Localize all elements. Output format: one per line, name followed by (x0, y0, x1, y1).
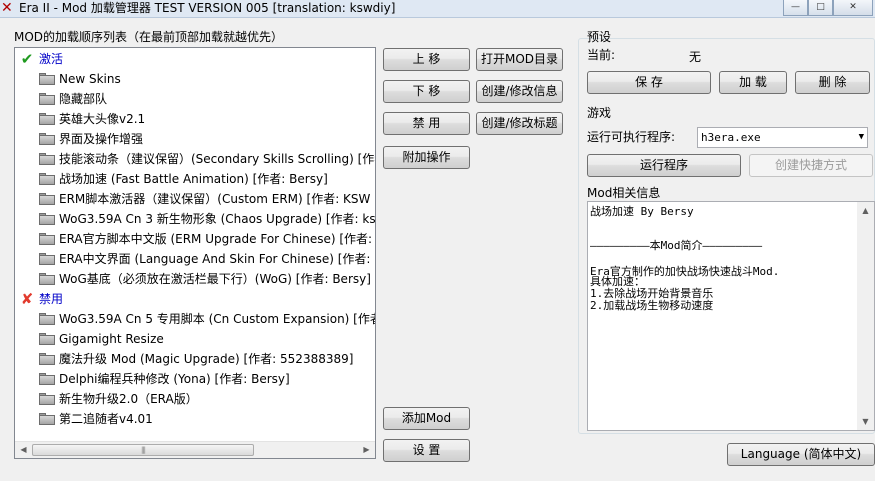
mod-info-text[interactable]: ▲ ▼ 战场加速 By Bersy —————————本Mod简介————————… (587, 201, 875, 431)
chevron-down-icon[interactable]: ▼ (859, 128, 864, 147)
mod-name: 界面及操作增强 (59, 132, 144, 146)
checkmark-icon: ✔ (20, 50, 34, 68)
mod-name: 战场加速 (Fast Battle Animation) [作者: Bersy] (59, 172, 328, 186)
mod-info-line: —————————本Mod简介————————— (590, 239, 763, 252)
exe-select[interactable]: h3era.exe ▼ (697, 127, 868, 148)
mod-info-group-label: Mod相关信息 (587, 186, 661, 200)
move-down-button[interactable]: 下 移 (383, 80, 470, 103)
scroll-down-icon[interactable]: ▼ (857, 413, 874, 430)
folder-icon (39, 213, 55, 225)
folder-icon (39, 393, 55, 405)
mod-list[interactable]: ✔ 激活 New Skins 隐藏部队英雄大头像v2.1 界面及操作增强技能滚动条（建议… (14, 47, 376, 459)
folder-icon (39, 173, 55, 185)
open-mod-dir-button[interactable]: 打开MOD目录 (476, 48, 563, 71)
mod-name: ERA官方脚本中文版 (ERM Upgrade For Chinese) [作者… (59, 232, 373, 246)
mod-name: 英雄大头像v2.1 (59, 112, 146, 126)
preset-group-label: 预设 (587, 30, 612, 44)
mod-name: 技能滚动条（建议保留）(Secondary Skills Scrolling) … (59, 152, 376, 166)
settings-button[interactable]: 设 置 (383, 439, 470, 462)
add-mod-button[interactable]: 添加Mod (383, 407, 470, 430)
folder-icon (39, 413, 55, 425)
folder-icon (39, 93, 55, 105)
folder-icon (39, 73, 55, 85)
mod-name: 第二追随者v4.01 (59, 412, 153, 426)
app-icon: ✕ (1, 0, 13, 16)
exe-select-value: h3era.exe (701, 131, 761, 144)
close-button[interactable]: ✕ (833, 0, 873, 16)
folder-icon (39, 333, 55, 345)
mod-name: 隐藏部队 (59, 92, 108, 106)
create-shortcut-button[interactable]: 创建快捷方式 (749, 154, 873, 177)
folder-icon (39, 273, 55, 285)
delete-preset-button[interactable]: 删 除 (795, 71, 870, 94)
folder-icon (39, 193, 55, 205)
mod-info-line: 战场加速 By Bersy (590, 205, 694, 218)
edit-info-button[interactable]: 创建/修改信息 (476, 80, 563, 103)
mod-name: WoG基底（必须放在激活栏最下行）(WoG) [作者: Bersy] (59, 272, 371, 286)
window-title: Era II - Mod 加载管理器 TEST VERSION 005 [tra… (19, 1, 396, 15)
cross-icon: ✘ (20, 290, 34, 308)
folder-icon (39, 133, 55, 145)
scroll-left-icon[interactable]: ◀ (15, 442, 32, 458)
mod-name: WoG3.59A Cn 5 专用脚本 (Cn Custom Expansion)… (59, 312, 376, 326)
mod-name: ERA中文界面 (Language And Skin For Chinese) … (59, 252, 376, 266)
exe-label: 运行可执行程序: (587, 130, 676, 144)
language-button[interactable]: Language (简体中文) (727, 443, 875, 466)
move-up-button[interactable]: 上 移 (383, 48, 470, 71)
mod-name: Gigamight Resize (59, 332, 164, 346)
tree-group-label: 激活 (39, 52, 64, 66)
mod-name: New Skins (59, 72, 121, 86)
mod-list-label: MOD的加载顺序列表（在最前顶部加载就越优先） (14, 30, 284, 44)
window-controls: — □ ✕ (783, 0, 873, 16)
mod-name: Delphi编程兵种修改 (Yona) [作者: Bersy] (59, 372, 290, 386)
scroll-up-icon[interactable]: ▲ (857, 202, 874, 219)
maximize-button[interactable]: □ (808, 0, 833, 16)
run-game-button[interactable]: 运行程序 (587, 154, 741, 177)
mod-name: WoG3.59A Cn 3 新生物形象 (Chaos Upgrade) [作者:… (59, 212, 376, 226)
edit-title-button[interactable]: 创建/修改标题 (476, 112, 563, 135)
folder-icon (39, 353, 55, 365)
mod-name: 新生物升级2.0（ERA版） (59, 392, 198, 406)
extra-ops-button[interactable]: 附加操作 (383, 146, 470, 169)
save-preset-button[interactable]: 保 存 (587, 71, 711, 94)
vertical-scrollbar[interactable]: ▲ ▼ (857, 202, 874, 430)
current-preset-label: 当前: (587, 48, 616, 62)
scroll-thumb[interactable]: ||| (32, 444, 254, 456)
mod-name: ERM脚本激活器（建议保留）(Custom ERM) [作者: KSW (59, 192, 371, 206)
folder-icon (39, 233, 55, 245)
title-bar: ✕ Era II - Mod 加载管理器 TEST VERSION 005 [t… (0, 0, 875, 18)
disable-button[interactable]: 禁 用 (383, 112, 470, 135)
tree-group-label: 禁用 (39, 292, 64, 306)
folder-icon (39, 313, 55, 325)
folder-icon (39, 373, 55, 385)
mod-name: 魔法升级 Mod (Magic Upgrade) [作者: 552388389] (59, 352, 354, 366)
folder-icon (39, 153, 55, 165)
folder-icon (39, 113, 55, 125)
minimize-button[interactable]: — (783, 0, 808, 16)
scroll-right-icon[interactable]: ▶ (358, 442, 375, 458)
folder-icon (39, 253, 55, 265)
mod-info-line: 2.加载战场生物移动速度 (590, 299, 714, 312)
game-group-label: 游戏 (587, 106, 612, 120)
current-preset-value: 无 (689, 50, 702, 64)
load-preset-button[interactable]: 加 载 (719, 71, 787, 94)
horizontal-scrollbar[interactable]: ◀ ||| ▶ (15, 441, 375, 458)
